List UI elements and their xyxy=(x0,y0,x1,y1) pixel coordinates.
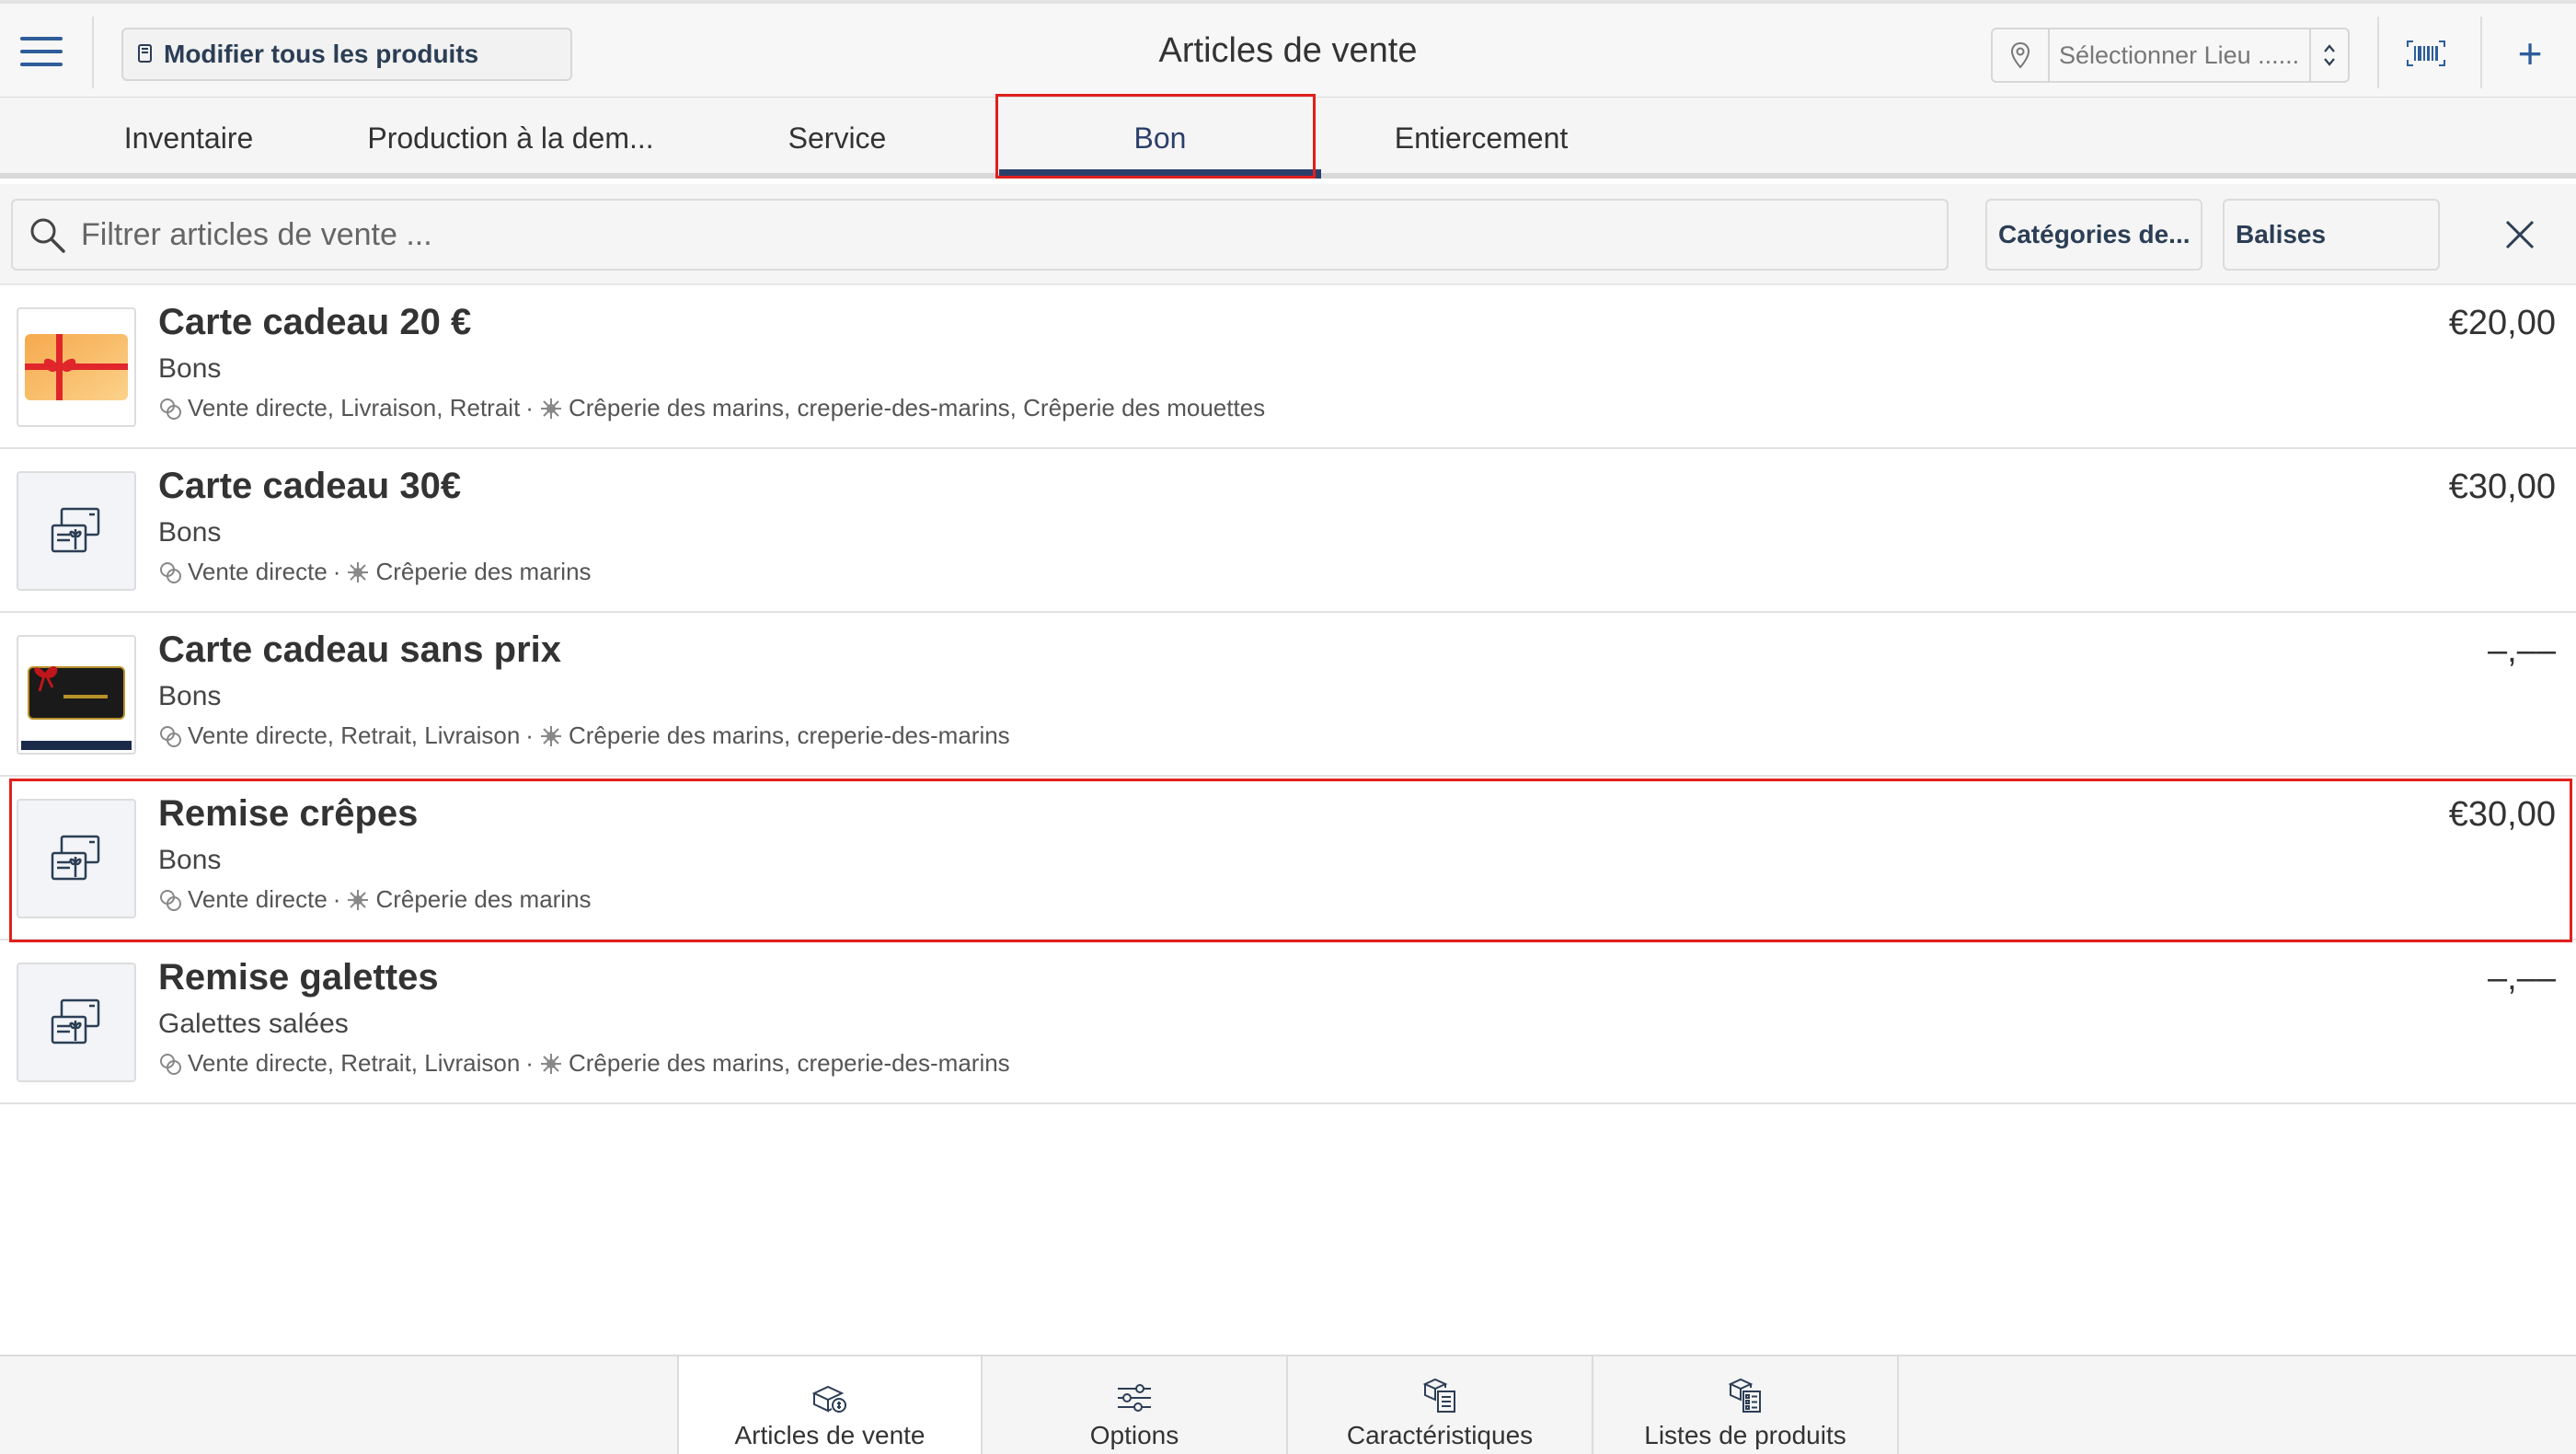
nav-label: Caractéristiques xyxy=(1346,1421,1534,1449)
divider xyxy=(2480,17,2482,88)
highlight-box xyxy=(995,94,1316,179)
item-name: Remise galettes xyxy=(158,957,439,998)
item-category: Galettes salées xyxy=(158,1009,349,1039)
list-item[interactable]: Carte cadeau sans prix Bons Vente direct… xyxy=(0,613,2576,777)
nav-sales-items[interactable]: Articles de vente xyxy=(677,1356,983,1454)
categories-filter-button[interactable]: Catégories de... xyxy=(1985,199,2202,271)
product-lists-icon xyxy=(1728,1378,1761,1413)
item-price: €30,00 xyxy=(2448,467,2556,506)
channels-icon xyxy=(158,397,182,421)
location-icon xyxy=(346,560,370,584)
tags-filter-button[interactable]: Balises xyxy=(2223,199,2440,271)
nav-product-lists[interactable]: Listes de produits xyxy=(1593,1356,1899,1454)
separator-dot: · xyxy=(525,1049,534,1077)
filter-bar: Filtrer articles de vente ... Catégories… xyxy=(0,184,2576,285)
item-category: Bons xyxy=(158,353,222,384)
location-placeholder: Sélectionner Lieu ...... xyxy=(2059,40,2300,69)
list-item[interactable]: Remise galettes Galettes salées Vente di… xyxy=(0,940,2576,1104)
close-icon[interactable] xyxy=(2495,210,2545,260)
item-name: Carte cadeau 20 € xyxy=(158,302,472,342)
list-item[interactable]: Carte cadeau 30€ Bons Vente directe · Cr… xyxy=(0,449,2576,613)
highlight-box xyxy=(9,779,2572,942)
location-icon xyxy=(539,1052,563,1076)
edit-icon xyxy=(138,44,152,63)
gift-card-black-image xyxy=(17,635,136,755)
item-category: Bons xyxy=(158,681,222,711)
item-name: Carte cadeau 30€ xyxy=(158,466,462,506)
bottom-navigation: Articles de vente Options Caractéristiqu… xyxy=(0,1355,2576,1454)
item-locations: Crêperie des marins, creperie-des-marins xyxy=(568,721,1010,749)
separator-dot: · xyxy=(332,558,341,585)
item-channels: Vente directe, Livraison, Retrait xyxy=(188,394,521,421)
voucher-icon xyxy=(17,963,136,1082)
menu-icon[interactable] xyxy=(20,37,63,70)
channels-icon xyxy=(158,560,182,584)
sales-items-icon xyxy=(811,1385,846,1413)
item-locations: Crêperie des marins xyxy=(375,558,592,585)
nav-label: Articles de vente xyxy=(734,1421,926,1449)
sliders-icon xyxy=(1118,1384,1151,1412)
nav-characteristics[interactable]: Caractéristiques xyxy=(1288,1356,1593,1454)
location-pin-icon xyxy=(1993,29,2050,81)
item-meta: Vente directe, Retrait, Livraison · Crêp… xyxy=(158,1049,1010,1078)
plus-icon[interactable]: + xyxy=(2510,28,2550,79)
location-icon xyxy=(539,724,563,748)
barcode-icon[interactable] xyxy=(2405,37,2447,70)
divider xyxy=(92,17,94,88)
gift-card-image xyxy=(17,307,136,427)
item-channels: Vente directe, Retrait, Livraison xyxy=(188,1049,521,1077)
location-select[interactable]: Sélectionner Lieu ...... xyxy=(1991,28,2350,83)
tab-inventaire[interactable]: Inventaire xyxy=(55,98,322,179)
channels-icon xyxy=(158,724,182,748)
channels-icon xyxy=(158,1052,182,1076)
separator-dot: · xyxy=(525,394,534,421)
tab-production[interactable]: Production à la dem... xyxy=(350,98,672,179)
item-channels: Vente directe xyxy=(188,558,328,585)
nav-label: Options xyxy=(1089,1421,1179,1449)
item-price: €20,00 xyxy=(2448,304,2556,342)
search-icon xyxy=(30,218,65,253)
spinner-icon[interactable] xyxy=(2309,29,2348,81)
search-placeholder: Filtrer articles de vente ... xyxy=(81,216,432,252)
separator-dot: · xyxy=(525,721,534,749)
voucher-icon xyxy=(17,471,136,591)
top-bar: Modifier tous les produits Articles de v… xyxy=(0,0,2576,98)
item-meta: Vente directe, Livraison, Retrait · Crêp… xyxy=(158,394,1265,422)
page-title: Articles de vente xyxy=(1158,31,1418,70)
divider xyxy=(2377,17,2379,88)
edit-all-label: Modifier tous les produits xyxy=(164,40,479,68)
item-price: –,–– xyxy=(2488,959,2556,998)
characteristics-icon xyxy=(1422,1378,1455,1413)
tab-entiercement[interactable]: Entiercement xyxy=(1343,98,1619,179)
item-locations: Crêperie des marins, creperie-des-marins… xyxy=(568,394,1266,421)
list-item[interactable]: Carte cadeau 20 € Bons Vente directe, Li… xyxy=(0,285,2576,449)
item-meta: Vente directe, Retrait, Livraison · Crêp… xyxy=(158,721,1010,750)
search-input[interactable]: Filtrer articles de vente ... xyxy=(11,199,1949,271)
item-category: Bons xyxy=(158,517,222,548)
item-meta: Vente directe · Crêperie des marins xyxy=(158,558,592,586)
item-name: Carte cadeau sans prix xyxy=(158,629,561,670)
nav-label: Listes de produits xyxy=(1644,1421,1846,1449)
edit-all-products-button[interactable]: Modifier tous les produits xyxy=(121,28,572,81)
nav-options[interactable]: Options xyxy=(983,1356,1288,1454)
item-price: –,–– xyxy=(2488,631,2556,670)
item-locations: Crêperie des marins, creperie-des-marins xyxy=(568,1049,1010,1077)
location-icon xyxy=(539,397,563,421)
item-channels: Vente directe, Retrait, Livraison xyxy=(188,721,521,749)
tab-service[interactable]: Service xyxy=(699,98,975,179)
sales-items-list: Carte cadeau 20 € Bons Vente directe, Li… xyxy=(0,285,2576,1104)
